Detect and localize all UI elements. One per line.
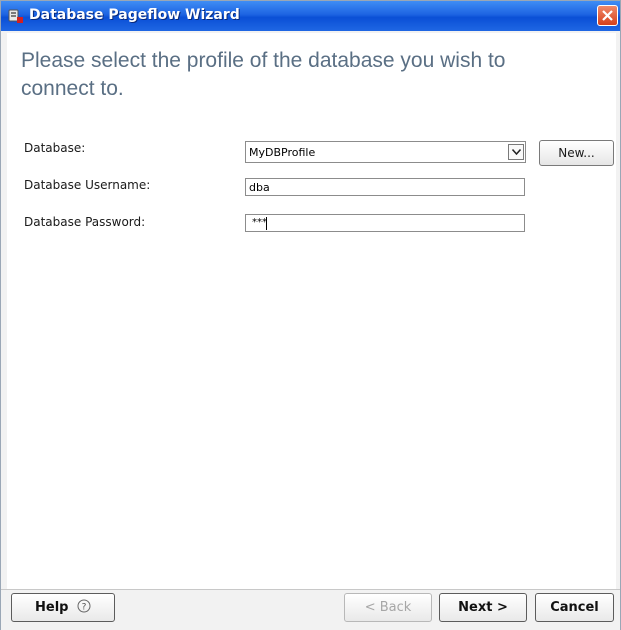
cancel-button[interactable]: Cancel xyxy=(535,593,614,622)
close-icon xyxy=(602,10,613,21)
page-title: Please select the profile of the databas… xyxy=(21,49,506,100)
database-wizard-icon xyxy=(8,8,24,24)
database-select[interactable]: MyDBProfile xyxy=(245,141,526,163)
button-bar: Help ? < Back Next > Cancel xyxy=(1,589,620,630)
password-field[interactable]: *** xyxy=(245,214,525,232)
new-profile-button[interactable]: New... xyxy=(539,140,614,166)
text-cursor xyxy=(266,217,267,230)
database-dropdown-button[interactable] xyxy=(508,144,524,160)
username-label: Database Username: xyxy=(24,178,151,192)
back-button[interactable]: < Back xyxy=(344,593,432,622)
database-select-value: MyDBProfile xyxy=(249,146,316,159)
help-button-label: Help xyxy=(35,600,69,615)
database-label: Database: xyxy=(24,141,86,155)
password-label: Database Password: xyxy=(24,215,146,229)
username-field[interactable]: dba xyxy=(245,178,525,196)
wizard-content: Please select the profile of the databas… xyxy=(7,33,616,589)
help-button[interactable]: Help ? xyxy=(11,593,115,622)
svg-text:?: ? xyxy=(82,603,87,613)
password-masked-value: *** xyxy=(252,217,267,228)
wizard-window: Database Pageflow Wizard Please select t… xyxy=(0,0,621,630)
window-title: Database Pageflow Wizard xyxy=(29,7,240,23)
title-bar[interactable]: Database Pageflow Wizard xyxy=(1,1,620,31)
help-circle-icon: ? xyxy=(77,599,91,615)
next-button[interactable]: Next > xyxy=(439,593,527,622)
close-button[interactable] xyxy=(597,5,618,26)
chevron-down-icon xyxy=(512,149,521,155)
